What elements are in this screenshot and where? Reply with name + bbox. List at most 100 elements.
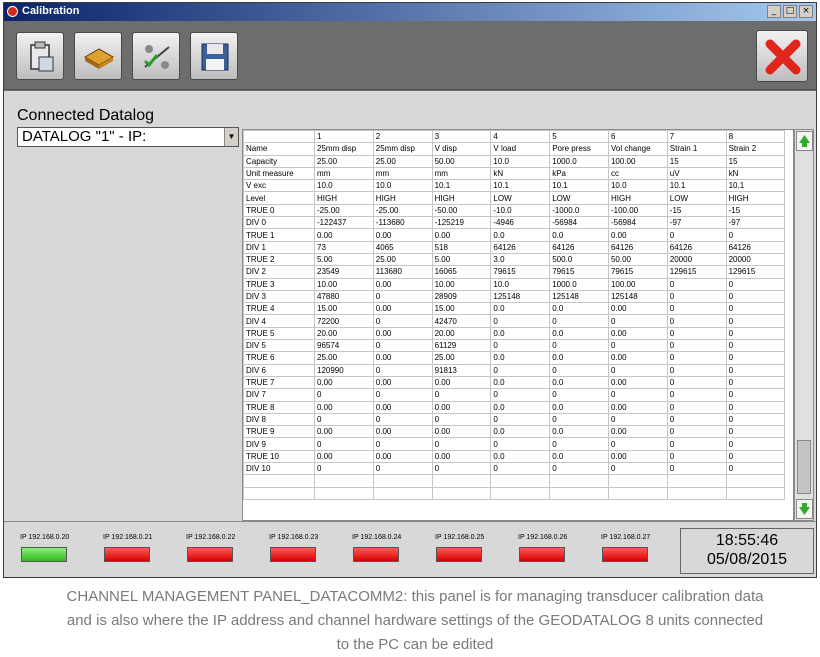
- network-button[interactable]: [132, 32, 180, 80]
- table-cell[interactable]: 0.00: [372, 277, 433, 291]
- table-cell[interactable]: kN: [490, 166, 551, 181]
- table-cell[interactable]: 15.00: [431, 302, 492, 316]
- table-cell[interactable]: 64126: [549, 240, 609, 254]
- ip-indicator[interactable]: IP 192.168.0.24: [352, 534, 422, 562]
- table-cell[interactable]: 125148: [549, 289, 609, 304]
- table-cell[interactable]: 0.0: [549, 400, 609, 414]
- table-cell[interactable]: 20000: [725, 252, 786, 267]
- table-cell[interactable]: 0: [372, 339, 433, 353]
- table-cell[interactable]: LOW: [490, 191, 551, 205]
- table-cell[interactable]: 0.00: [607, 449, 668, 464]
- ip-indicator[interactable]: IP 192.168.0.27: [601, 534, 671, 562]
- table-cell[interactable]: 0: [607, 462, 668, 476]
- table-cell[interactable]: 91813: [431, 363, 492, 377]
- table-cell[interactable]: 2: [372, 130, 433, 144]
- table-cell[interactable]: 0.00: [607, 400, 668, 414]
- table-cell[interactable]: 25.00: [431, 351, 492, 365]
- minimize-button[interactable]: _: [767, 5, 781, 18]
- table-cell[interactable]: HIGH: [725, 191, 786, 205]
- table-cell[interactable]: 0.0: [490, 228, 551, 242]
- ip-indicator[interactable]: IP 192.168.0.25: [435, 534, 505, 562]
- table-cell[interactable]: 0: [666, 339, 727, 353]
- scroll-up-button[interactable]: [796, 131, 813, 151]
- table-cell[interactable]: 61129: [431, 339, 492, 353]
- table-cell[interactable]: 0: [725, 277, 786, 291]
- table-cell[interactable]: [372, 474, 433, 488]
- table-cell[interactable]: 0: [666, 302, 727, 316]
- table-cell[interactable]: 0.0: [549, 228, 609, 242]
- table-cell[interactable]: 64126: [725, 240, 786, 254]
- table-cell[interactable]: [666, 486, 727, 500]
- table-cell[interactable]: Strain 2: [725, 142, 786, 156]
- ip-indicator[interactable]: IP 192.168.0.21: [103, 534, 173, 562]
- table-cell[interactable]: 0: [549, 412, 609, 427]
- table-cell[interactable]: 0: [666, 363, 727, 377]
- table-cell[interactable]: 10.0: [314, 179, 374, 193]
- ip-indicator[interactable]: IP 192.168.0.23: [269, 534, 339, 562]
- table-cell[interactable]: 64126: [666, 240, 727, 254]
- table-cell[interactable]: 0: [666, 277, 727, 291]
- scroll-down-button[interactable]: [796, 499, 813, 519]
- table-cell[interactable]: 0: [372, 388, 433, 402]
- table-cell[interactable]: 4065: [372, 240, 433, 254]
- table-cell[interactable]: 8: [725, 130, 786, 144]
- table-cell[interactable]: [666, 474, 727, 488]
- table-cell[interactable]: 0.00: [431, 228, 492, 242]
- table-cell[interactable]: -113680: [372, 216, 433, 230]
- table-cell[interactable]: [372, 486, 433, 500]
- table-cell[interactable]: 0: [725, 400, 786, 414]
- save-button[interactable]: [190, 32, 238, 80]
- table-cell[interactable]: 0: [431, 462, 492, 476]
- table-cell[interactable]: 0: [372, 462, 433, 476]
- table-cell[interactable]: 7: [666, 130, 727, 144]
- table-cell[interactable]: 79615: [490, 265, 551, 279]
- table-cell[interactable]: [431, 486, 492, 500]
- ip-indicator[interactable]: IP 192.168.0.20: [20, 534, 90, 562]
- table-cell[interactable]: Strain 1: [666, 142, 727, 156]
- table-cell[interactable]: 10.0: [607, 179, 668, 193]
- table-cell[interactable]: 0: [607, 412, 668, 427]
- table-cell[interactable]: HIGH: [372, 191, 433, 205]
- table-cell[interactable]: 0: [549, 363, 609, 377]
- table-cell[interactable]: [607, 486, 668, 500]
- table-cell[interactable]: 0: [490, 437, 551, 451]
- table-cell[interactable]: -125219: [431, 216, 492, 230]
- table-cell[interactable]: -15: [725, 203, 786, 218]
- table-cell[interactable]: mm: [431, 166, 492, 181]
- window-close-button[interactable]: ×: [799, 5, 813, 18]
- table-cell[interactable]: 0.00: [372, 375, 433, 390]
- table-cell[interactable]: 0.0: [549, 351, 609, 365]
- table-cell[interactable]: -97: [666, 216, 727, 230]
- table-cell[interactable]: 16065: [431, 265, 492, 279]
- table-cell[interactable]: 0.0: [549, 326, 609, 341]
- table-cell[interactable]: 25.00: [314, 351, 374, 365]
- table-cell[interactable]: 1000.0: [549, 154, 609, 168]
- table-cell[interactable]: 0: [666, 228, 727, 242]
- table-cell[interactable]: 0: [725, 351, 786, 365]
- table-cell[interactable]: -25.00: [372, 203, 433, 218]
- table-cell[interactable]: 3.0: [490, 252, 551, 267]
- table-cell[interactable]: 0.00: [314, 425, 374, 439]
- table-cell[interactable]: 0: [372, 363, 433, 377]
- table-cell[interactable]: 0: [431, 412, 492, 427]
- vertical-scrollbar[interactable]: [794, 129, 814, 521]
- table-cell[interactable]: -1000.0: [549, 203, 609, 218]
- table-cell[interactable]: 10.1: [490, 179, 551, 193]
- table-cell[interactable]: 0.0: [490, 302, 551, 316]
- table-cell[interactable]: 1000.0: [549, 277, 609, 291]
- table-cell[interactable]: 0: [725, 326, 786, 341]
- table-cell[interactable]: 0: [431, 388, 492, 402]
- table-cell[interactable]: -25.00: [314, 203, 374, 218]
- table-cell[interactable]: 0: [372, 314, 433, 328]
- table-cell[interactable]: 129615: [725, 265, 786, 279]
- table-cell[interactable]: 0.00: [372, 228, 433, 242]
- table-cell[interactable]: 64126: [607, 240, 668, 254]
- table-cell[interactable]: 0: [431, 437, 492, 451]
- table-cell[interactable]: 50.00: [607, 252, 668, 267]
- table-cell[interactable]: 0: [725, 425, 786, 439]
- table-cell[interactable]: [549, 474, 609, 488]
- table-cell[interactable]: 0.0: [549, 425, 609, 439]
- table-cell[interactable]: 0: [490, 388, 551, 402]
- table-cell[interactable]: -100.00: [607, 203, 668, 218]
- table-cell[interactable]: 0.00: [431, 400, 492, 414]
